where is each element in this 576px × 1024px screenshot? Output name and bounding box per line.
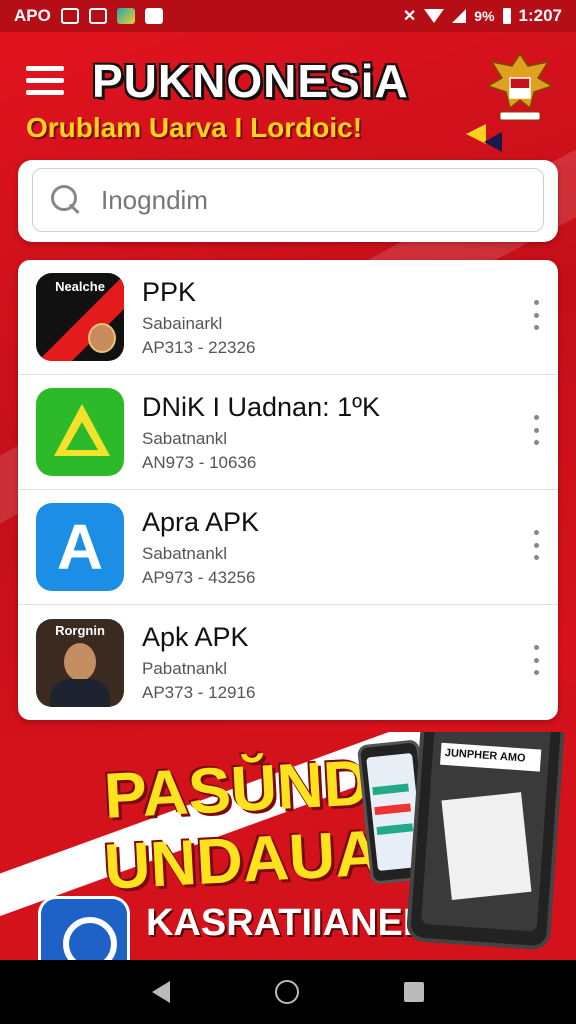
system-nav-bar bbox=[0, 960, 576, 1024]
app-tagline: Orublam Uarva I Lordoic! bbox=[26, 112, 363, 143]
app-title: Apk APK bbox=[142, 622, 249, 652]
app-icon bbox=[36, 388, 124, 476]
search-box[interactable] bbox=[32, 168, 544, 232]
app-developer: Sabatnankl bbox=[142, 543, 228, 563]
photo-icon bbox=[116, 8, 135, 24]
home-icon[interactable] bbox=[274, 980, 299, 1004]
app-developer: Pabatnankl bbox=[142, 659, 228, 678]
recent-apps-icon[interactable] bbox=[403, 982, 424, 1002]
list-item[interactable]: Rorgnin Apk APK Pabatnankl AP373 - 12916 bbox=[18, 605, 558, 720]
app-meta: AP973 - 43256 bbox=[142, 567, 256, 587]
app-icon: A bbox=[36, 503, 124, 591]
back-icon[interactable] bbox=[152, 981, 171, 1003]
status-bar: APO ✕ 9% 1:207 bbox=[0, 0, 576, 32]
list-item[interactable]: A Apra APK Sabatnankl AP973 - 43256 bbox=[18, 490, 558, 605]
phone-illustration: JUNPHER AMO bbox=[405, 732, 567, 951]
list-item[interactable]: Nealche PPK Sabainarkl AP313 - 22326 bbox=[18, 260, 558, 375]
wifi-icon bbox=[424, 9, 445, 23]
carrier-label: APO bbox=[14, 6, 51, 25]
more-options-icon[interactable] bbox=[532, 415, 540, 445]
app-icon: Rorgnin bbox=[36, 618, 124, 707]
search-card bbox=[18, 160, 558, 242]
app-icon-label: Rorgnin bbox=[55, 622, 105, 638]
more-options-icon[interactable] bbox=[532, 645, 540, 675]
message-icon bbox=[88, 8, 107, 24]
notification-icon bbox=[60, 8, 79, 24]
clock: 1:207 bbox=[518, 6, 562, 25]
app-title: Apra APK bbox=[142, 506, 260, 537]
app-meta: AN973 - 10636 bbox=[142, 452, 257, 472]
app-developer: Sabainarkl bbox=[142, 313, 223, 333]
hamburger-menu-icon[interactable] bbox=[26, 66, 64, 96]
mute-icon: ✕ bbox=[402, 8, 417, 25]
promo-headline-2: UNDAUA! bbox=[102, 815, 405, 903]
search-icon bbox=[49, 183, 83, 217]
app-icon: Nealche bbox=[36, 273, 124, 361]
app-notification-icon bbox=[144, 8, 163, 24]
promo-app-icon bbox=[38, 896, 130, 960]
list-item[interactable]: DNiK I Uadnan: 1ºK Sabatnankl AN973 - 10… bbox=[18, 375, 558, 490]
battery-percent: 9% bbox=[474, 8, 495, 24]
app-title: PPK bbox=[142, 276, 197, 307]
battery-icon bbox=[502, 8, 511, 24]
more-options-icon[interactable] bbox=[532, 530, 540, 560]
signal-icon bbox=[452, 9, 467, 23]
app-developer: Sabatnankl bbox=[142, 428, 228, 448]
search-input[interactable] bbox=[101, 184, 481, 216]
app-title: PUKNONESiA bbox=[92, 55, 409, 107]
app-meta: AP313 - 22326 bbox=[142, 337, 256, 357]
promo-banner[interactable]: PASŬND UNDAUA! KASRATIIANEKYI JUNPHER AM… bbox=[0, 732, 576, 960]
decoration-shapes bbox=[466, 124, 502, 152]
more-options-icon[interactable] bbox=[532, 300, 540, 330]
app-meta: AP373 - 12916 bbox=[142, 683, 256, 702]
app-list: Nealche PPK Sabainarkl AP313 - 22326 DNi… bbox=[18, 260, 558, 720]
app-header: PUKNONESiA Orublam Uarva I Lordoic! bbox=[0, 40, 576, 160]
app-title: DNiK I Uadnan: 1ºK bbox=[142, 391, 380, 422]
